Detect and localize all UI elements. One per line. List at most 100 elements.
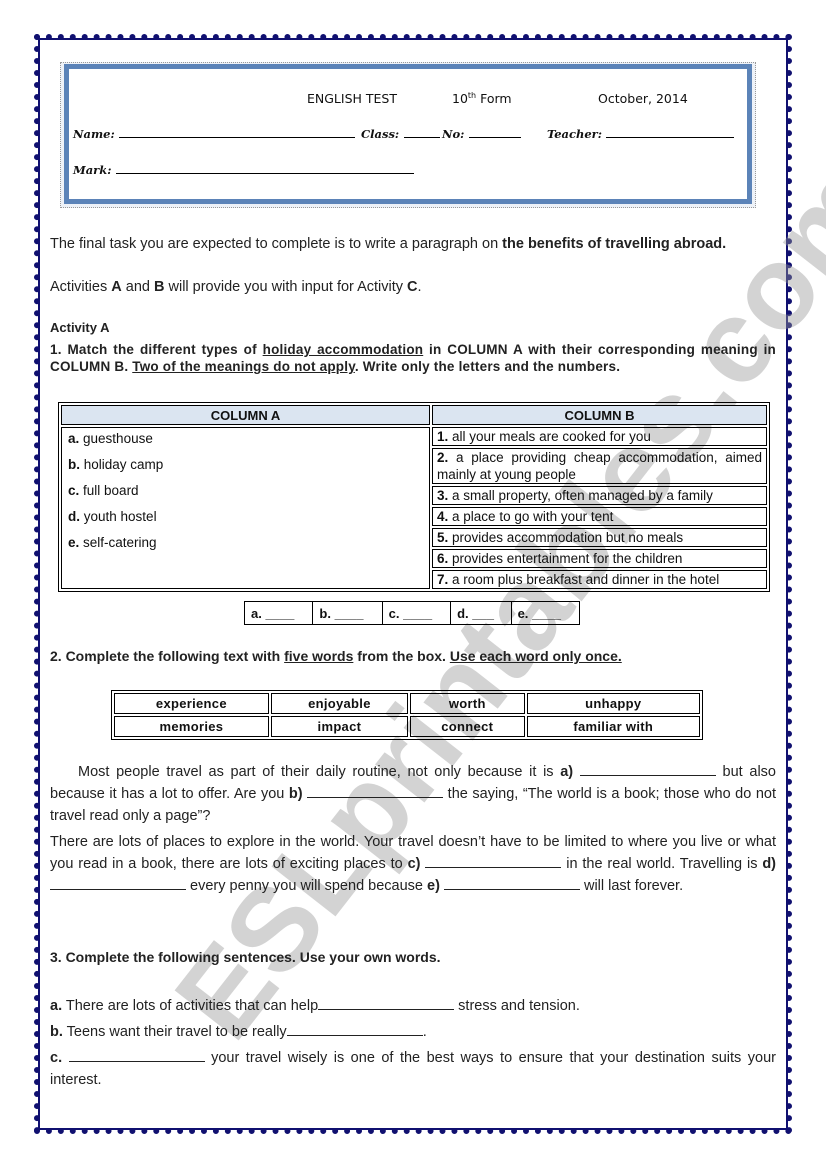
item-text: provides accommodation but no meals [452,530,684,545]
intro-topic: the benefits of travelling abroad. [502,236,727,252]
column-a-item: a. guesthouse [68,430,423,456]
gap-fill-paragraph-2: There are lots of places to explore in t… [50,831,776,897]
sentence-a: a. There are lots of activities that can… [50,995,776,1016]
word-option: connect [410,716,525,737]
note-b: B [153,279,165,295]
item-number: 3. [437,488,449,503]
sentence-text: There are lots of activities that can he… [62,998,319,1014]
number-blank[interactable] [468,125,521,138]
note-a: A [111,279,122,295]
class-blank[interactable] [403,125,440,138]
gap-a[interactable] [579,761,716,776]
form-label: Form [480,91,512,107]
column-b: 1. all your meals are cooked for you 2. … [432,427,767,589]
teacher-blank[interactable] [606,125,735,138]
test-title: ENGLISH TEST [307,91,397,106]
item-text: a place to go with your tent [452,509,614,524]
name-blank[interactable] [119,125,356,138]
q2-instructions: 2. Complete the following text with five… [50,646,776,666]
item-letter: e. [68,535,80,550]
form-number: 10 [452,91,468,107]
number-label: No: [442,127,465,141]
gap-e[interactable] [443,875,580,890]
class-label: Class: [361,127,400,141]
item-text: a place providing cheap accommodation, a… [437,450,762,482]
gap-d[interactable] [50,875,186,890]
matching-table: COLUMN A COLUMN B a. guesthouse b. holid… [58,402,770,592]
q1-instructions: 1. Match the different types of holiday … [50,341,776,375]
column-b-item: 1. all your meals are cooked for you [432,427,767,446]
sentence-a-blank[interactable] [318,995,455,1010]
sentence-label: c. [50,1050,63,1066]
answer-cell-a[interactable]: a. ____ [243,601,314,625]
q2-emphasis: five words [284,648,354,664]
mark-blank[interactable] [115,161,414,174]
answer-cell-c[interactable]: c. ____ [381,601,452,625]
word-option: enjoyable [270,693,409,714]
gap-label-d: d) [762,856,777,872]
sentence-label: a. [50,998,63,1014]
item-letter: d. [68,509,80,524]
q1-text: 1. Match the different types of [50,342,263,357]
note-text: and [121,279,154,295]
column-b-item: 7. a room plus breakfast and dinner in t… [432,570,767,589]
word-option: memories [114,716,269,737]
column-a-item: e. self-catering [68,534,423,560]
test-date: October, 2014 [598,91,688,106]
note-c: C [407,279,418,295]
item-number: 1. [437,429,449,444]
item-text: self-catering [83,535,157,550]
q3-instructions: 3. Complete the following sentences. Use… [50,949,441,965]
sentence-text: Teens want their travel to be really [62,1024,287,1040]
name-label: Name: [73,127,115,141]
paragraph-text: every penny you will spend because [186,878,428,894]
q1-text: . Write only the letters and the numbers… [354,359,621,374]
word-option: familiar with [526,716,700,737]
item-number: 5. [437,530,449,545]
mark-field[interactable]: Mark: [73,161,414,179]
mark-label: Mark: [73,163,112,177]
item-text: full board [83,483,139,498]
item-letter: b. [68,457,80,472]
column-a-item: d. youth hostel [68,508,423,534]
note-text: . [417,279,422,295]
intro-text: The final task you are expected to compl… [50,236,503,252]
item-text: a room plus breakfast and dinner in the … [452,572,720,587]
paragraph-text: will last forever. [579,878,684,894]
form-suffix: th [467,91,477,100]
gap-label-a: a) [560,764,574,780]
paragraph-text: in the real world. Travelling is [561,856,763,872]
sentence-b-blank[interactable] [286,1021,423,1036]
sentence-b: b. Teens want their travel to be really. [50,1021,776,1042]
gap-c[interactable] [425,853,562,868]
answer-cell-b[interactable]: b. ____ [312,601,383,625]
column-b-item: 4. a place to go with your tent [432,507,767,526]
class-field[interactable]: Class: [361,125,440,143]
word-option: impact [270,716,409,737]
item-text: youth hostel [83,509,157,524]
item-text: all your meals are cooked for you [452,429,651,444]
q1-emphasis: holiday accommodation [262,342,424,357]
paragraph-text: Most people travel as part of their dail… [78,764,561,780]
gap-b[interactable] [307,783,444,798]
q2-text: from the box. [353,648,450,664]
answer-cell-d[interactable]: d. ___ [450,601,512,625]
column-a: a. guesthouse b. holiday camp c. full bo… [61,427,430,589]
form-level: 10th Form [452,91,512,106]
note-text: Activities [50,279,112,295]
sentence-label: b. [50,1024,63,1040]
name-field[interactable]: Name: [73,125,356,143]
answer-grid: a. ____ b. ____ c. ____ d. ___ e. ____ [243,601,581,625]
sentence-c-blank[interactable] [68,1047,205,1062]
test-header: ENGLISH TEST 10th Form October, 2014 Nam… [64,64,752,204]
number-field[interactable]: No: [442,125,521,143]
teacher-field[interactable]: Teacher: [547,125,735,143]
word-option: experience [114,693,269,714]
note-text: will provide you with input for Activity [164,279,408,295]
activities-note: Activities A and B will provide you with… [50,277,776,297]
item-number: 2. [437,450,449,465]
teacher-label: Teacher: [547,127,602,141]
answer-cell-e[interactable]: e. ____ [510,601,581,625]
column-a-item: b. holiday camp [68,456,423,482]
item-text: a small property, often managed by a fam… [452,488,713,503]
